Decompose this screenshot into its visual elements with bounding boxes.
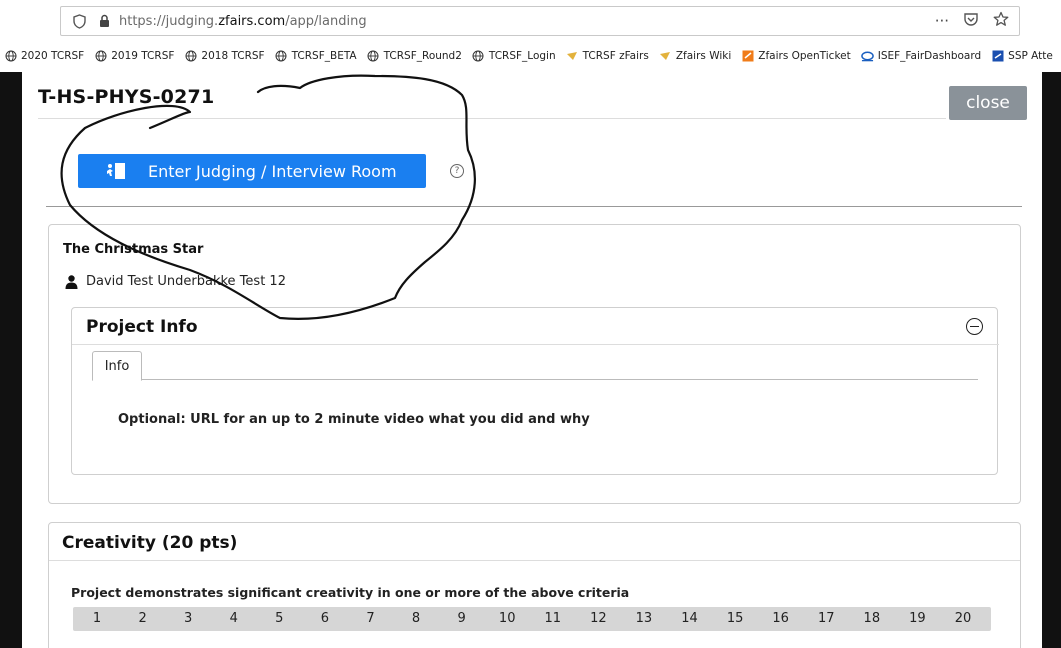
globe-icon [94,50,107,63]
bookmark-star-icon[interactable] [993,11,1009,31]
project-id-title: T-HS-PHYS-0271 [38,86,215,108]
isef-icon [860,50,874,63]
score-option[interactable]: 5 [275,611,283,626]
bookmark-item[interactable]: 2020 TCRSF [4,50,84,63]
score-option[interactable]: 17 [818,611,835,626]
door-enter-icon [106,162,126,180]
project-modal: T-HS-PHYS-0271 close Enter Judging / Int… [22,72,1042,648]
url-host: zfairs.com [218,13,286,29]
creativity-card: Creativity (20 pts) Project demonstrates… [48,522,1021,648]
score-option[interactable]: 15 [727,611,744,626]
globe-icon [184,50,197,63]
bookmark-item[interactable]: Zfairs OpenTicket [741,50,851,63]
enter-judging-room-label: Enter Judging / Interview Room [148,161,397,181]
score-option[interactable]: 1 [93,611,101,626]
creativity-question: Project demonstrates significant creativ… [71,585,630,600]
bookmark-item[interactable]: ISEF_FairDashboard [860,50,982,63]
score-option[interactable]: 14 [681,611,698,626]
project-info-panel: Project Info Info Optional: URL for an u… [71,307,999,475]
score-option[interactable]: 3 [184,611,192,626]
project-info-heading: Project Info [86,317,198,337]
bookmark-item[interactable]: 2018 TCRSF [184,50,265,63]
bookmark-label: TCRSF_Round2 [383,50,462,62]
modal-backdrop-right [1042,72,1061,648]
score-option[interactable]: 10 [499,611,516,626]
globe-icon [275,50,288,63]
score-option[interactable]: 16 [772,611,789,626]
bookmark-item[interactable]: TCRSF_Round2 [367,50,462,63]
help-icon[interactable]: ? [450,164,464,178]
score-option[interactable]: 4 [230,611,238,626]
bookmark-label: TCRSF_Login [488,50,556,62]
score-option[interactable]: 8 [412,611,420,626]
close-button[interactable]: close [949,86,1027,120]
score-option[interactable]: 6 [321,611,329,626]
score-option[interactable]: 13 [636,611,653,626]
bookmark-label: Zfairs Wiki [675,50,732,62]
score-option[interactable]: 11 [545,611,562,626]
score-option[interactable]: 9 [457,611,465,626]
score-option[interactable]: 12 [590,611,607,626]
tracking-shield-icon[interactable] [71,13,87,29]
creativity-heading: Creativity (20 pts) [62,533,238,553]
score-option[interactable]: 2 [138,611,146,626]
globe-icon [472,50,485,63]
score-option[interactable]: 19 [909,611,926,626]
tab-info[interactable]: Info [92,351,142,381]
score-scale: 1 2 3 4 5 6 7 8 9 10 11 12 13 14 15 16 17 18 19 20 [73,607,991,631]
bookmarks-toolbar: 2020 TCRSF 2019 TCRSF 2018 TCRSF TCRSF_BETA… [0,43,1061,69]
modal-backdrop-left [0,72,22,648]
bookmark-label: SSP Atte [1008,50,1053,62]
bookmark-label: TCRSF_BETA [291,50,357,62]
bookmark-label: Zfairs OpenTicket [758,50,851,62]
creativity-divider [49,560,1020,561]
ssp-icon [991,50,1004,63]
bookmark-item[interactable]: TCRSF zFairs [566,50,649,63]
ticket-icon [741,50,754,63]
user-icon [65,274,78,289]
zfairs-icon [659,50,672,63]
project-card: The Christmas Star David Test Underbakke… [48,224,1021,504]
bookmark-item[interactable]: TCRSF_BETA [275,50,357,63]
title-divider [38,118,946,119]
page-actions-menu-icon[interactable]: ··· [935,12,949,30]
enter-judging-room-button[interactable]: Enter Judging / Interview Room [78,154,426,188]
info-text: Optional: URL for an up to 2 minute vide… [118,412,590,427]
section-divider [46,206,1022,207]
bookmark-label: TCRSF zFairs [582,50,649,62]
student-row: David Test Underbakke Test 12 [65,274,286,289]
bookmark-item[interactable]: Zfairs Wiki [659,50,731,63]
score-option[interactable]: 18 [864,611,881,626]
globe-icon [367,50,380,63]
info-divider [72,344,999,345]
project-title: The Christmas Star [63,242,204,257]
zfairs-icon [566,50,579,63]
bookmark-label: ISEF_FairDashboard [877,50,982,62]
bookmark-label: 2018 TCRSF [201,50,265,62]
globe-icon [4,50,17,63]
bookmark-item[interactable]: SSP Atte [991,50,1053,63]
score-option[interactable]: 20 [955,611,972,626]
collapse-icon[interactable] [966,318,983,335]
pocket-icon[interactable] [963,12,979,31]
score-option[interactable]: 7 [366,611,374,626]
url-text[interactable]: https://judging.zfairs.com/app/landing [119,14,367,29]
bookmark-item[interactable]: 2019 TCRSF [94,50,174,63]
url-path: /app/landing [285,13,367,29]
student-name: David Test Underbakke Test 12 [86,274,286,289]
bookmark-item[interactable]: TCRSF_Login [472,50,556,63]
bookmark-label: 2019 TCRSF [111,50,175,62]
lock-icon[interactable] [97,13,111,29]
address-bar[interactable]: https://judging.zfairs.com/app/landing ·… [60,6,1020,36]
bookmark-label: 2020 TCRSF [21,50,85,62]
info-tabs: Info [92,351,978,381]
url-prefix: https://judging. [119,13,219,29]
